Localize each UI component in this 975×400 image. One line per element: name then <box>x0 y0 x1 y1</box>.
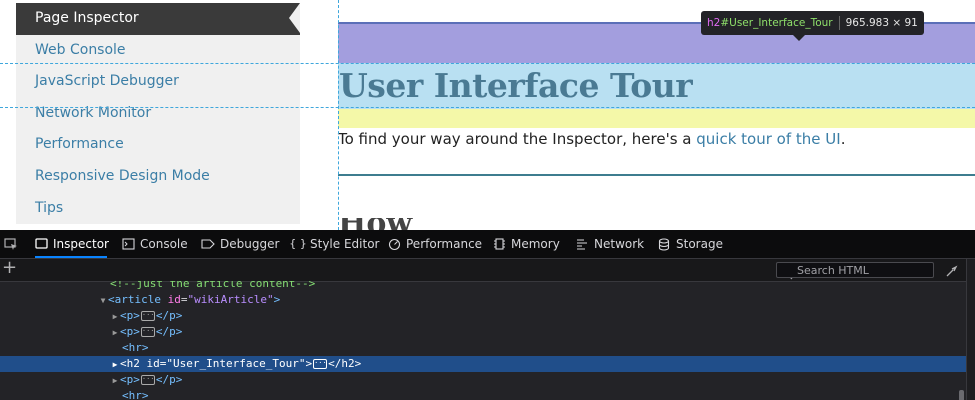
markup-line-p[interactable]: ▶ <p> ···</p> <box>0 324 966 340</box>
quick-tour-link[interactable]: quick tour of the UI <box>696 130 840 148</box>
collapsed-arrow-icon[interactable]: ▶ <box>110 357 120 373</box>
web-page: Page Inspector Web Console JavaScript De… <box>0 0 975 230</box>
add-node-button[interactable]: + <box>2 257 17 278</box>
box-model-padding-highlight <box>338 109 975 128</box>
expanded-arrow-icon[interactable]: ▼ <box>98 293 108 309</box>
tag-close: > <box>273 293 281 306</box>
sidebar-item-javascript-debugger[interactable]: JavaScript Debugger <box>16 66 300 98</box>
memory-icon <box>492 237 506 251</box>
tab-label: Network <box>594 237 645 251</box>
tab-storage[interactable]: Storage <box>657 230 723 258</box>
tag-name: <p> <box>120 325 140 338</box>
docs-sidebar: Page Inspector Web Console JavaScript De… <box>16 3 300 224</box>
tag-name: <article <box>108 293 161 306</box>
debugger-icon <box>201 237 215 251</box>
markup-line-article[interactable]: ▼ <article id="wikiArticle"> <box>0 292 966 308</box>
attr-name: id <box>146 357 160 370</box>
tag-close: </p> <box>155 309 183 322</box>
tag-name: <p> <box>120 373 140 386</box>
tab-performance[interactable]: Performance <box>387 230 482 258</box>
ellipsis-icon[interactable]: ··· <box>140 311 155 321</box>
tab-inspector[interactable]: Inspector <box>35 230 109 258</box>
eyedropper-icon <box>946 265 958 277</box>
sidebar-item-network-monitor[interactable]: Network Monitor <box>16 98 300 130</box>
devtools-panel: Inspector Console Debugger { } Style Edi… <box>0 230 975 400</box>
tab-label: Debugger <box>220 237 280 251</box>
next-section-heading: How <box>338 218 428 230</box>
inspector-icon <box>35 237 48 251</box>
markup-view: <!--just the article content--> ▼ <articl… <box>0 281 966 400</box>
infobar-tag: h2 <box>707 17 721 29</box>
element-infobar: h2#User_Interface_Tour 965.983 × 91 <box>701 11 924 41</box>
ellipsis-icon[interactable]: ··· <box>140 327 155 337</box>
tag-name: <h2 <box>120 357 140 370</box>
tag-close: > <box>305 357 313 370</box>
sidebar-item-responsive-design-mode[interactable]: Responsive Design Mode <box>16 161 300 193</box>
horizontal-rule <box>338 174 975 176</box>
collapsed-arrow-icon[interactable]: ▶ <box>110 325 120 341</box>
intro-paragraph: To find your way around the Inspector, h… <box>338 130 845 148</box>
tab-network[interactable]: Network <box>575 230 644 258</box>
tag-name: <p> <box>120 309 140 322</box>
tab-label: Style Editor <box>310 237 380 251</box>
tab-label: Inspector <box>53 237 109 251</box>
collapsed-arrow-icon[interactable]: ▶ <box>110 309 120 325</box>
element-picker-button[interactable] <box>0 230 22 258</box>
attr-value: "User_Interface_Tour" <box>166 357 306 370</box>
element-picker-icon <box>4 238 17 250</box>
sidebar-item-performance[interactable]: Performance <box>16 129 300 161</box>
tab-console[interactable]: Console <box>121 230 188 258</box>
attr-name: id <box>167 293 181 306</box>
sidebar-panel-edge <box>966 259 975 400</box>
infobar-id: #User_Interface_Tour <box>720 17 833 29</box>
sidebar-item-web-console[interactable]: Web Console <box>16 35 300 67</box>
section-heading: User Interface Tour <box>339 66 693 105</box>
tag-close: </h2> <box>328 357 362 370</box>
guide-line-top <box>0 63 975 64</box>
sidebar-item-page-inspector[interactable]: Page Inspector <box>16 3 300 35</box>
guide-line-bottom <box>0 107 975 108</box>
ellipsis-icon[interactable]: ··· <box>313 359 328 369</box>
tab-memory[interactable]: Memory <box>492 230 560 258</box>
collapsed-arrow-icon[interactable]: ▶ <box>110 373 120 389</box>
style-editor-icon: { } <box>289 237 307 250</box>
markup-line-p[interactable]: ▶ <p> ···</p> <box>0 372 966 388</box>
infobar-dimensions: 965.983 × 91 <box>845 17 918 29</box>
markup-scrollbar[interactable] <box>959 390 964 400</box>
tab-label: Memory <box>511 237 560 251</box>
search-html-input[interactable]: Search HTML <box>776 262 934 278</box>
markup-line-comment[interactable]: <!--just the article content--> <box>0 281 966 292</box>
tab-label: Storage <box>676 237 723 251</box>
eyedropper-button[interactable] <box>945 263 958 282</box>
tag-name: <hr> <box>122 341 149 354</box>
markup-line-hr[interactable]: <hr> <box>0 340 966 356</box>
markup-line-hr[interactable]: <hr> <box>0 388 966 400</box>
inspector-toolbar: + Search HTML <box>0 257 975 282</box>
para-text: To find your way around the Inspector, h… <box>338 130 697 148</box>
ellipsis-icon[interactable]: ··· <box>140 375 155 385</box>
console-icon <box>121 237 135 251</box>
html-comment: <!--just the article content--> <box>110 281 316 290</box>
sidebar-item-tips[interactable]: Tips <box>16 193 300 225</box>
storage-icon <box>657 237 671 251</box>
attr-value: "wikiArticle" <box>187 293 274 306</box>
tag-close: </p> <box>155 325 183 338</box>
network-icon <box>575 237 589 251</box>
guide-line-vertical <box>338 0 339 230</box>
devtools-tabbar: Inspector Console Debugger { } Style Edi… <box>0 230 975 259</box>
para-end: . <box>840 130 846 148</box>
tab-label: Console <box>140 237 188 251</box>
markup-line-h2-selected[interactable]: ▶ <h2 id="User_Interface_Tour"> ···</h2> <box>0 356 966 372</box>
tag-close: </p> <box>155 373 183 386</box>
tab-debugger[interactable]: Debugger <box>201 230 279 258</box>
tag-name: <hr> <box>122 389 149 400</box>
tab-label: Performance <box>406 237 483 251</box>
markup-line-p[interactable]: ▶ <p> ···</p> <box>0 308 966 324</box>
performance-icon <box>387 237 401 251</box>
tab-style-editor[interactable]: { } Style Editor <box>289 230 380 258</box>
